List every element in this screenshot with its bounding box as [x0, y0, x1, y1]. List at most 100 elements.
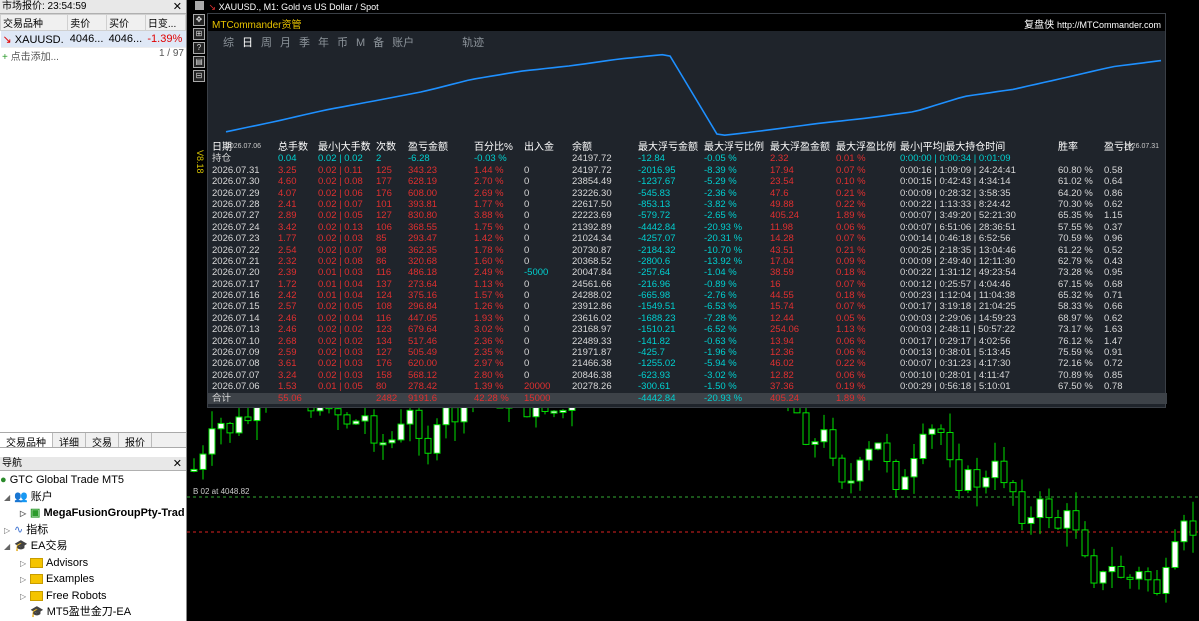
total-row: 合计 55.06 2482 9191.6 42.28 % 15000 -4442.84 -20…: [208, 392, 1167, 404]
col-change[interactable]: 日变...: [144, 14, 187, 31]
help-icon[interactable]: ?: [193, 42, 205, 54]
table-cell: -3.82 %: [704, 198, 737, 210]
candle-body: [1108, 565, 1116, 573]
nav-item-accounts[interactable]: ◢ 👥 账户: [0, 489, 186, 506]
table-cell: -20.93 %: [704, 392, 743, 404]
candle-body: [928, 428, 936, 435]
nav-item-account[interactable]: ▷ ▣ MegaFusionGroupPty-Trad: [0, 505, 186, 522]
nav-item-experts[interactable]: ◢ 🎓 EA交易: [0, 538, 186, 555]
col-ask[interactable]: 买价: [106, 14, 146, 31]
nav-item-indicators[interactable]: ▷ ∿ 指标: [0, 522, 186, 539]
table-cell: 2.41: [278, 198, 297, 210]
table-cell: -1.50 %: [704, 381, 737, 393]
chart-menu-icon[interactable]: [195, 1, 204, 10]
table-cell: 85: [376, 233, 387, 245]
nav-item-free-robots[interactable]: ▷ Free Robots: [0, 588, 186, 605]
add-symbol-label: + 点击添加...: [2, 52, 59, 63]
nav-item-advisors[interactable]: ▷ Advisors: [0, 555, 186, 572]
table-cell: 21024.34: [572, 233, 612, 245]
table-cell: -1688.23: [638, 312, 676, 324]
table-cell: 0.06 %: [836, 221, 866, 233]
table-cell: 0: [524, 290, 530, 302]
table-cell: -5000: [524, 267, 549, 279]
table-cell: 日期: [212, 142, 232, 153]
tab-symbols[interactable]: 交易品种: [0, 433, 53, 449]
table-cell: 最大浮盈比例: [836, 142, 896, 153]
candle-body: [1153, 579, 1161, 594]
minimize-icon[interactable]: ⊟: [193, 70, 205, 82]
table-cell: 320.68: [408, 255, 438, 267]
table-row: 2026.07.24 3.42 0.02 | 0.13 106 368.55 1.75 %…: [208, 222, 1167, 233]
tab-ticks[interactable]: 报价: [119, 433, 152, 449]
candle-body: [550, 410, 558, 414]
candle-body: [1018, 491, 1026, 524]
table-cell: 0.02 | 0.05: [318, 301, 363, 313]
table-cell: 0.01 | 0.04: [318, 290, 363, 302]
equity-line: [225, 53, 1162, 137]
table-cell: 1.13 %: [836, 324, 866, 336]
close-icon[interactable]: ✕: [173, 0, 182, 14]
table-cell: 2026.07.15: [212, 301, 260, 313]
table-cell: 72.16 %: [1058, 358, 1093, 370]
table-cell: 盈亏金额: [408, 142, 448, 153]
table-cell: 123: [376, 324, 392, 336]
table-cell: 2026.07.16: [212, 290, 260, 302]
candle-body: [226, 422, 234, 434]
candle-body: [991, 460, 999, 479]
table-cell: -13.92 %: [704, 255, 743, 267]
table-row[interactable]: ↘ XAUUSD. 4046... 4046... -1.39%: [0, 30, 186, 48]
tab-trading[interactable]: 交易: [86, 433, 119, 449]
table-row: 2026.07.27 2.89 0.02 | 0.05 127 830.80 3.88 %…: [208, 210, 1167, 221]
add-symbol-row[interactable]: + 点击添加... 1 / 97: [0, 48, 186, 65]
col-symbol[interactable]: 交易品种: [0, 14, 69, 31]
market-watch-tabs: 交易品种 详细 交易 报价: [0, 432, 186, 449]
table-cell: -4442.84: [638, 392, 676, 404]
move-icon[interactable]: ✥: [193, 14, 205, 26]
table-cell: 278.42: [408, 381, 438, 393]
nav-item-examples[interactable]: ▷ Examples: [0, 571, 186, 588]
table-cell: -0.63 %: [704, 335, 737, 347]
close-icon[interactable]: ✕: [173, 457, 182, 471]
table-cell: 12.82: [770, 369, 794, 381]
table-cell: 0: [524, 335, 530, 347]
candle-body: [424, 437, 432, 454]
candle-body: [955, 459, 963, 491]
table-cell: 1.53: [278, 381, 297, 393]
price-chart[interactable]: ↘ XAUUSD., M1: Gold vs US Dollar / Spot …: [187, 0, 1199, 621]
table-cell: 0:00:15 | 0:42:43 | 4:34:14: [900, 176, 1011, 188]
table-cell: 176: [376, 187, 392, 199]
table-cell: 1.44 %: [474, 164, 504, 176]
bid-cell: 4046...: [67, 30, 107, 48]
table-cell: 0.21 %: [836, 187, 866, 199]
nav-item-ea[interactable]: 🎓 MT5盈世金刀-EA: [0, 604, 186, 621]
panel-link[interactable]: 复盘侠 http://MTCommander.com: [1024, 16, 1161, 31]
table-cell: 1.77: [278, 233, 297, 245]
candle-body: [433, 424, 441, 454]
table-cell: 44.55: [770, 290, 794, 302]
table-cell: 3.42: [278, 221, 297, 233]
candle-body: [235, 416, 243, 434]
tab-details[interactable]: 详细: [53, 433, 86, 449]
table-cell: 2.42: [278, 290, 297, 302]
table-cell: 余额: [572, 142, 592, 153]
table-cell: 2.46: [278, 324, 297, 336]
grid-icon[interactable]: ⊞: [193, 28, 205, 40]
table-cell: 0.85: [1104, 369, 1123, 381]
table-cell: 2026.07.14: [212, 312, 260, 324]
table-cell: 0: [524, 312, 530, 324]
nav-item-broker[interactable]: ● GTC Global Trade MT5: [0, 472, 186, 489]
candle-body: [856, 459, 864, 482]
table-cell: 2.39: [278, 267, 297, 279]
table-cell: 0.06 %: [836, 347, 866, 359]
list-icon[interactable]: ▤: [193, 56, 205, 68]
table-cell: 127: [376, 210, 392, 222]
table-cell: -1255.02: [638, 358, 676, 370]
table-cell: 23912.86: [572, 301, 612, 313]
table-cell: 0:00:17 | 3:19:18 | 21:04:25: [900, 301, 1016, 313]
plus-icon: +: [2, 52, 8, 63]
navigator-title-text: 导航: [2, 458, 22, 469]
table-cell: 0:00:09 | 0:28:32 | 3:58:35: [900, 187, 1011, 199]
table-cell: 0.02 | 0.07: [318, 198, 363, 210]
col-bid[interactable]: 卖价: [67, 14, 108, 31]
table-cell: 最大浮盈金额: [770, 142, 830, 153]
